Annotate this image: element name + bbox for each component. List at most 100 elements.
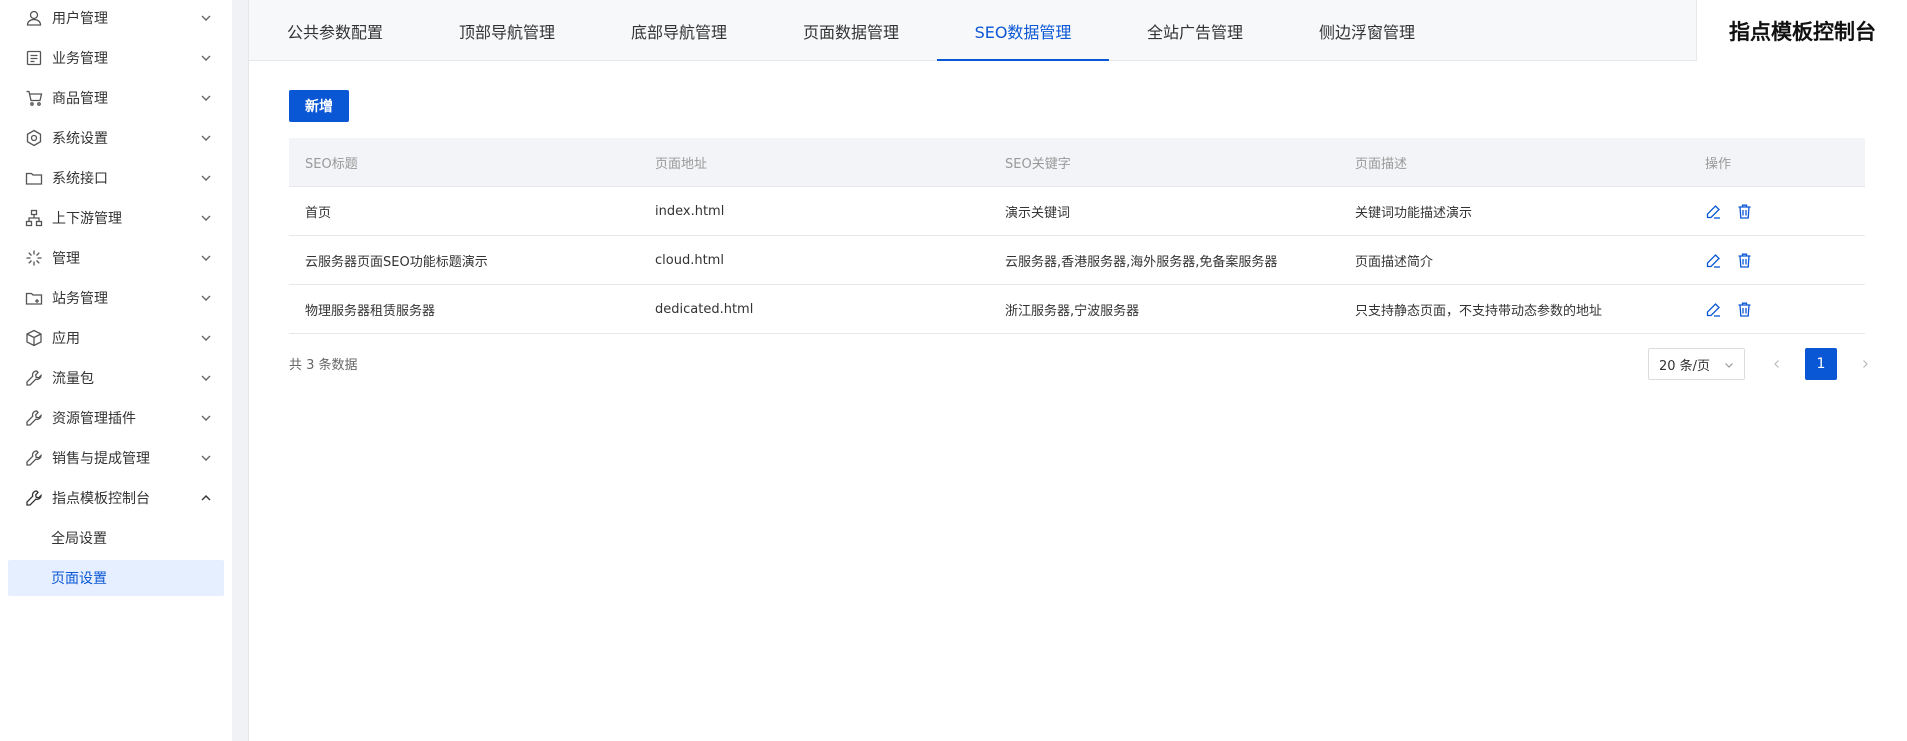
sidebar-item-label: 系统设置 xyxy=(52,131,108,147)
cell-page-url: dedicated.html xyxy=(655,301,754,317)
next-page-button[interactable] xyxy=(1849,348,1881,380)
chevron-left-icon xyxy=(1774,360,1779,368)
tab-side-float[interactable]: 侧边浮窗管理 xyxy=(1281,0,1453,61)
cell-seo-title: 物理服务器租赁服务器 xyxy=(305,303,436,319)
sidebar-item-apps[interactable]: 应用 xyxy=(8,320,224,356)
sidebar-item-site-management[interactable]: 站务管理 xyxy=(8,280,224,316)
sidebar-item-sales-commission[interactable]: 销售与提成管理 xyxy=(8,440,224,476)
sidebar-item-label: 商品管理 xyxy=(52,91,108,107)
header-seo-keywords: SEO关键字 xyxy=(1005,156,1071,172)
sidebar-item-label: 流量包 xyxy=(52,371,94,387)
sidebar-item-traffic-package[interactable]: 流量包 xyxy=(8,360,224,396)
sidebar-item-label: 指点模板控制台 xyxy=(52,491,150,507)
edit-icon[interactable] xyxy=(1705,301,1722,318)
chevron-up-icon xyxy=(198,490,214,506)
header-page-description: 页面描述 xyxy=(1355,156,1408,172)
row-actions xyxy=(1705,252,1753,269)
sidebar-item-product-management[interactable]: 商品管理 xyxy=(8,80,224,116)
delete-icon[interactable] xyxy=(1736,203,1753,220)
tab-top-nav[interactable]: 顶部导航管理 xyxy=(421,0,593,61)
tab-label: 顶部导航管理 xyxy=(458,22,555,42)
tab-seo-data[interactable]: SEO数据管理 xyxy=(937,0,1109,61)
console-title: 指点模板控制台 xyxy=(1696,0,1907,61)
layout-divider xyxy=(232,0,248,741)
tab-label: 底部导航管理 xyxy=(630,22,727,42)
delete-icon[interactable] xyxy=(1736,252,1753,269)
settings-icon xyxy=(25,129,43,147)
cell-seo-keywords: 云服务器,香港服务器,海外服务器,免备案服务器 xyxy=(1005,254,1278,270)
chevron-down-icon xyxy=(198,170,214,186)
add-button[interactable]: 新增 xyxy=(289,90,349,122)
sidebar-item-label: 上下游管理 xyxy=(52,211,122,227)
sidebar: 用户管理 业务管理 商品管理 系统设置 系统接口 上下游管理 管理 站务管理 应 xyxy=(0,0,232,741)
tab-site-ads[interactable]: 全站广告管理 xyxy=(1109,0,1281,61)
total-count: 共 3 条数据 xyxy=(289,358,358,373)
tab-label: SEO数据管理 xyxy=(974,22,1072,42)
table-row: 首页 index.html 演示关键词 关键词功能描述演示 xyxy=(289,187,1865,236)
chevron-down-icon xyxy=(198,330,214,346)
chevron-down-icon xyxy=(198,50,214,66)
sidebar-item-upstream-downstream[interactable]: 上下游管理 xyxy=(8,200,224,236)
sidebar-item-system-api[interactable]: 系统接口 xyxy=(8,160,224,196)
main-content: 公共参数配置 顶部导航管理 底部导航管理 页面数据管理 SEO数据管理 全站广告… xyxy=(248,0,1907,741)
edit-icon[interactable] xyxy=(1705,252,1722,269)
wrench-icon xyxy=(25,369,43,387)
sidebar-item-system-settings[interactable]: 系统设置 xyxy=(8,120,224,156)
header-page-url: 页面地址 xyxy=(655,156,708,172)
cell-seo-title: 云服务器页面SEO功能标题演示 xyxy=(305,254,488,270)
sidebar-item-template-console[interactable]: 指点模板控制台 xyxy=(8,480,224,516)
user-icon xyxy=(25,9,43,27)
chevron-down-icon xyxy=(198,90,214,106)
sidebar-item-label: 系统接口 xyxy=(52,171,108,187)
cell-page-url: index.html xyxy=(655,203,725,219)
folder-icon xyxy=(25,169,43,187)
cube-icon xyxy=(25,329,43,347)
tab-bottom-nav[interactable]: 底部导航管理 xyxy=(593,0,765,61)
prev-page-button[interactable] xyxy=(1761,348,1793,380)
chevron-down-icon xyxy=(198,370,214,386)
chevron-down-icon xyxy=(198,210,214,226)
sparkle-icon xyxy=(25,249,43,267)
cell-page-description: 只支持静态页面，不支持带动态参数的地址 xyxy=(1355,303,1603,319)
sidebar-subitem-global-settings[interactable]: 全局设置 xyxy=(8,520,224,556)
tab-label: 公共参数配置 xyxy=(286,22,383,42)
table-header: SEO标题 页面地址 SEO关键字 页面描述 操作 xyxy=(289,138,1865,187)
chevron-down-icon xyxy=(198,250,214,266)
table-row: 物理服务器租赁服务器 dedicated.html 浙江服务器,宁波服务器 只支… xyxy=(289,285,1865,334)
hierarchy-icon xyxy=(25,209,43,227)
tab-page-data[interactable]: 页面数据管理 xyxy=(765,0,937,61)
chevron-down-icon xyxy=(198,10,214,26)
chevron-down-icon xyxy=(198,450,214,466)
sidebar-item-business-management[interactable]: 业务管理 xyxy=(8,40,224,76)
row-actions xyxy=(1705,301,1753,318)
sidebar-subitem-page-settings[interactable]: 页面设置 xyxy=(8,560,224,596)
sidebar-item-resource-plugin[interactable]: 资源管理插件 xyxy=(8,400,224,436)
sidebar-item-management[interactable]: 管理 xyxy=(8,240,224,276)
list-icon xyxy=(25,49,43,67)
sidebar-item-label: 用户管理 xyxy=(52,11,108,27)
chevron-down-icon xyxy=(198,130,214,146)
tab-public-params[interactable]: 公共参数配置 xyxy=(249,0,421,61)
sidebar-subitem-label: 页面设置 xyxy=(51,571,107,587)
header-actions: 操作 xyxy=(1705,156,1732,172)
sidebar-item-label: 应用 xyxy=(52,331,80,347)
chevron-down-icon xyxy=(1724,359,1734,369)
sidebar-item-user-management[interactable]: 用户管理 xyxy=(8,0,224,36)
tab-label: 全站广告管理 xyxy=(1146,22,1243,42)
page-number-button[interactable]: 1 xyxy=(1805,348,1837,380)
sidebar-item-label: 资源管理插件 xyxy=(52,411,136,427)
sidebar-item-label: 业务管理 xyxy=(52,51,108,67)
cell-page-url: cloud.html xyxy=(655,252,724,268)
chevron-right-icon xyxy=(1863,360,1868,368)
edit-icon[interactable] xyxy=(1705,203,1722,220)
cell-seo-keywords: 演示关键词 xyxy=(1005,205,1071,221)
wrench-icon xyxy=(25,409,43,427)
row-actions xyxy=(1705,203,1753,220)
chevron-down-icon xyxy=(198,290,214,306)
page-size-select[interactable]: 20 条/页 xyxy=(1648,348,1745,380)
sidebar-subitem-label: 全局设置 xyxy=(51,531,107,547)
seo-table: SEO标题 页面地址 SEO关键字 页面描述 操作 首页 index.html … xyxy=(289,138,1865,334)
delete-icon[interactable] xyxy=(1736,301,1753,318)
cell-page-description: 关键词功能描述演示 xyxy=(1355,205,1473,221)
cell-seo-title: 首页 xyxy=(305,205,332,221)
